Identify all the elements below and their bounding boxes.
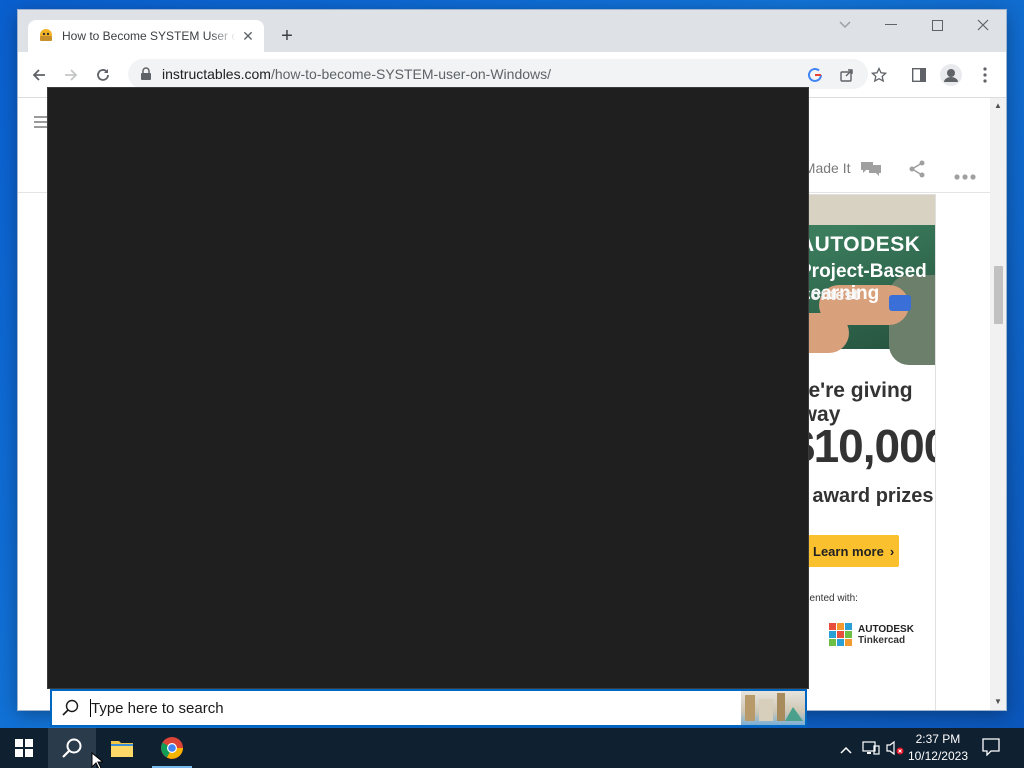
- ad-amount: $10,000: [789, 420, 936, 472]
- share-icon[interactable]: [834, 62, 860, 88]
- instructables-favicon-icon: [40, 29, 52, 41]
- chrome-taskbar-button[interactable]: [148, 728, 196, 768]
- clock-time: 2:37 PM: [915, 732, 961, 746]
- chevron-right-icon: ›: [889, 543, 895, 559]
- search-panel-overlay: [48, 88, 808, 688]
- comments-icon[interactable]: [860, 160, 882, 181]
- more-options-icon[interactable]: [954, 168, 976, 183]
- search-input[interactable]: Type here to search: [91, 700, 224, 717]
- share-page-icon[interactable]: [908, 160, 926, 181]
- taskbar-search-box[interactable]: Type here to search: [50, 689, 807, 727]
- logo-line-tinkercad: Tinkercad: [858, 634, 906, 646]
- show-hidden-icons-chevron-icon[interactable]: [840, 742, 852, 757]
- address-bar[interactable]: instructables.com/how-to-become-SYSTEM-u…: [128, 59, 868, 89]
- file-explorer-button[interactable]: [98, 728, 146, 768]
- back-button[interactable]: [26, 62, 52, 88]
- folder-icon: [111, 741, 133, 757]
- scrollbar-thumb[interactable]: [994, 266, 1003, 324]
- volume-muted-icon[interactable]: [886, 740, 904, 759]
- google-lens-icon[interactable]: [802, 62, 828, 88]
- tab-strip: How to Become SYSTEM User on Windows ✕ +: [18, 10, 1006, 52]
- clock-date: 10/12/2023: [907, 749, 968, 763]
- notifications-icon[interactable]: [982, 738, 1000, 759]
- tab-title: How to Become SYSTEM User on Windows: [62, 29, 236, 43]
- forward-button[interactable]: [58, 62, 84, 88]
- lock-icon: [141, 67, 151, 80]
- menu-hamburger-icon[interactable]: [34, 116, 48, 128]
- url-text: instructables.com/how-to-become-SYSTEM-u…: [162, 66, 551, 82]
- search-icon: [62, 738, 82, 758]
- ad-brand: AUTODESK: [799, 233, 921, 256]
- taskbar-search-button[interactable]: [48, 728, 96, 768]
- windows-logo-icon: [15, 739, 33, 757]
- minimize-button[interactable]: [868, 10, 914, 40]
- bookmark-star-icon[interactable]: [866, 62, 892, 88]
- clock[interactable]: 2:37 PM 10/12/2023: [908, 731, 968, 765]
- ad-button-label: Learn more: [813, 543, 884, 559]
- profile-avatar-icon[interactable]: [938, 62, 964, 88]
- close-window-button[interactable]: [960, 10, 1006, 40]
- taskbar: 2:37 PM 10/12/2023: [0, 728, 1024, 768]
- vertical-scrollbar[interactable]: ▲ ▼: [990, 98, 1006, 710]
- chrome-icon: [161, 737, 183, 759]
- new-tab-button[interactable]: +: [276, 25, 298, 47]
- tab-search-icon[interactable]: [822, 10, 868, 40]
- mouse-pointer-icon: [91, 752, 103, 768]
- side-panel-icon[interactable]: [906, 62, 932, 88]
- scroll-down-arrow-icon[interactable]: ▼: [994, 698, 1002, 706]
- network-icon[interactable]: [862, 740, 880, 759]
- reload-button[interactable]: [90, 62, 116, 88]
- browser-tab[interactable]: How to Become SYSTEM User on Windows ✕: [28, 20, 264, 52]
- url-path: /how-to-become-SYSTEM-user-on-Windows/: [270, 66, 552, 82]
- chrome-menu-icon[interactable]: [972, 62, 998, 88]
- search-icon: [62, 699, 79, 716]
- start-button[interactable]: [0, 728, 48, 768]
- ad-prizes-text: in award prizes: [789, 485, 934, 507]
- tinkercad-logo: AUTODESK Tinkercad: [829, 623, 914, 646]
- tab-close-icon[interactable]: ✕: [240, 28, 256, 44]
- logo-line-autodesk: AUTODESK: [858, 623, 914, 635]
- url-domain: instructables.com: [162, 66, 271, 82]
- tinkercad-logo-icon: [829, 623, 852, 646]
- search-highlight-image: [741, 691, 805, 725]
- maximize-button[interactable]: [914, 10, 960, 40]
- scroll-up-arrow-icon[interactable]: ▲: [994, 102, 1002, 110]
